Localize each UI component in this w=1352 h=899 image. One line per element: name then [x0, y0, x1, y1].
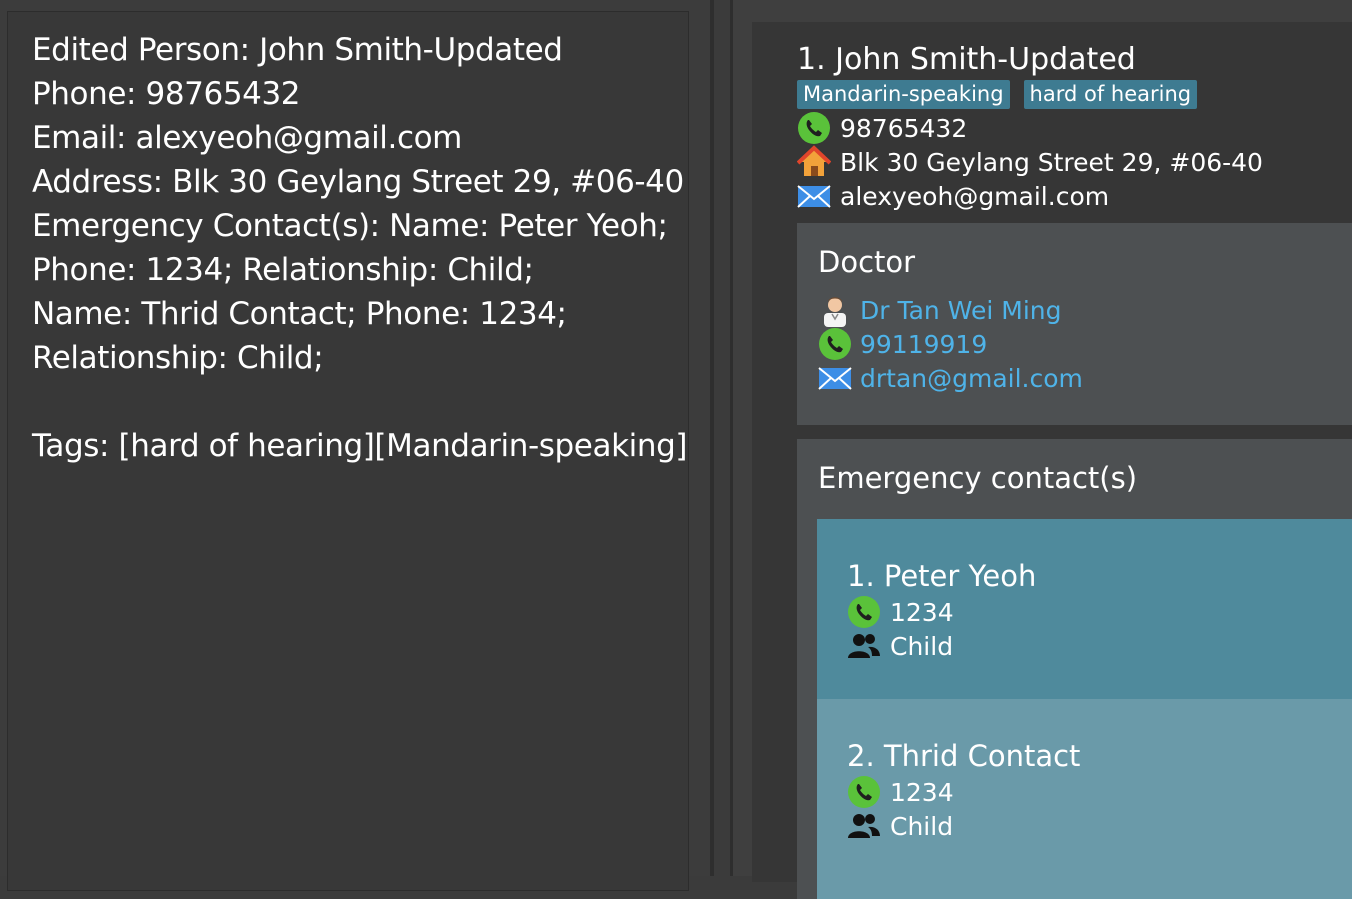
mail-icon: [797, 179, 831, 213]
emergency-contact-phone-row: 1234: [847, 775, 954, 809]
person-phone: 98765432: [840, 113, 968, 143]
phone-icon: [847, 595, 881, 629]
doctor-email-row: drtan@gmail.com: [818, 361, 1083, 395]
emergency-section-title: Emergency contact(s): [818, 461, 1138, 495]
emergency-contact-relationship: Child: [890, 811, 954, 841]
result-display-panel: Edited Person: John Smith-Updated Phone:…: [0, 0, 712, 891]
split-pane-divider[interactable]: [710, 0, 714, 876]
emergency-contact-phone: 1234: [890, 597, 954, 627]
person-address: Blk 30 Geylang Street 29, #06-40: [840, 147, 1263, 177]
result-display-text: Edited Person: John Smith-Updated Phone:…: [32, 32, 688, 464]
home-icon: [796, 145, 832, 179]
phone-icon: [797, 111, 831, 145]
person-address-row: Blk 30 Geylang Street 29, #06-40: [796, 145, 1263, 179]
person-name: 1. John Smith-Updated: [797, 42, 1136, 77]
emergency-contact-relationship-row: Child: [847, 809, 953, 843]
person-phone-row: 98765432: [797, 111, 967, 145]
emergency-contact-name: 2. Thrid Contact: [847, 739, 1081, 773]
person-email-row: alexyeoh@gmail.com: [797, 179, 1109, 213]
doctor-phone-row: 99119919: [818, 327, 987, 361]
emergency-contact-card[interactable]: 1. Peter Yeoh 1234 Child: [817, 519, 1352, 699]
doctor-avatar-icon: [818, 293, 852, 327]
phone-icon: [847, 775, 881, 809]
tag-mandarin-speaking: Mandarin-speaking: [797, 80, 1010, 109]
tag-hard-of-hearing: hard of hearing: [1023, 80, 1198, 109]
emergency-contact-phone: 1234: [890, 777, 954, 807]
doctor-name-link[interactable]: Dr Tan Wei Ming: [860, 296, 1061, 325]
people-icon: [847, 809, 881, 843]
emergency-contact-phone-row: 1234: [847, 595, 954, 629]
doctor-email-link[interactable]: drtan@gmail.com: [860, 364, 1083, 393]
person-email: alexyeoh@gmail.com: [840, 181, 1110, 211]
emergency-contact-relationship-row: Child: [847, 629, 953, 663]
people-icon: [847, 629, 881, 663]
doctor-section: Doctor Dr Tan Wei Ming 99119919 drtan@gm…: [797, 223, 1352, 425]
doctor-section-title: Doctor: [818, 245, 916, 279]
emergency-contact-relationship: Child: [890, 631, 954, 661]
doctor-phone-link[interactable]: 99119919: [860, 330, 987, 359]
emergency-contact-card[interactable]: 2. Thrid Contact 1234 Child: [817, 699, 1352, 899]
tag-list: Mandarin-speaking hard of hearing: [797, 80, 1198, 109]
emergency-contacts-section: Emergency contact(s) 1. Peter Yeoh 1234 …: [797, 439, 1352, 899]
person-list-panel: 1. John Smith-Updated Mandarin-speaking …: [733, 0, 1352, 899]
phone-icon: [818, 327, 852, 361]
person-card[interactable]: 1. John Smith-Updated Mandarin-speaking …: [752, 22, 1352, 899]
doctor-name-row: Dr Tan Wei Ming: [818, 293, 1061, 327]
emergency-contact-name: 1. Peter Yeoh: [847, 559, 1037, 593]
result-display-box[interactable]: Edited Person: John Smith-Updated Phone:…: [7, 11, 689, 891]
mail-icon: [818, 361, 852, 395]
